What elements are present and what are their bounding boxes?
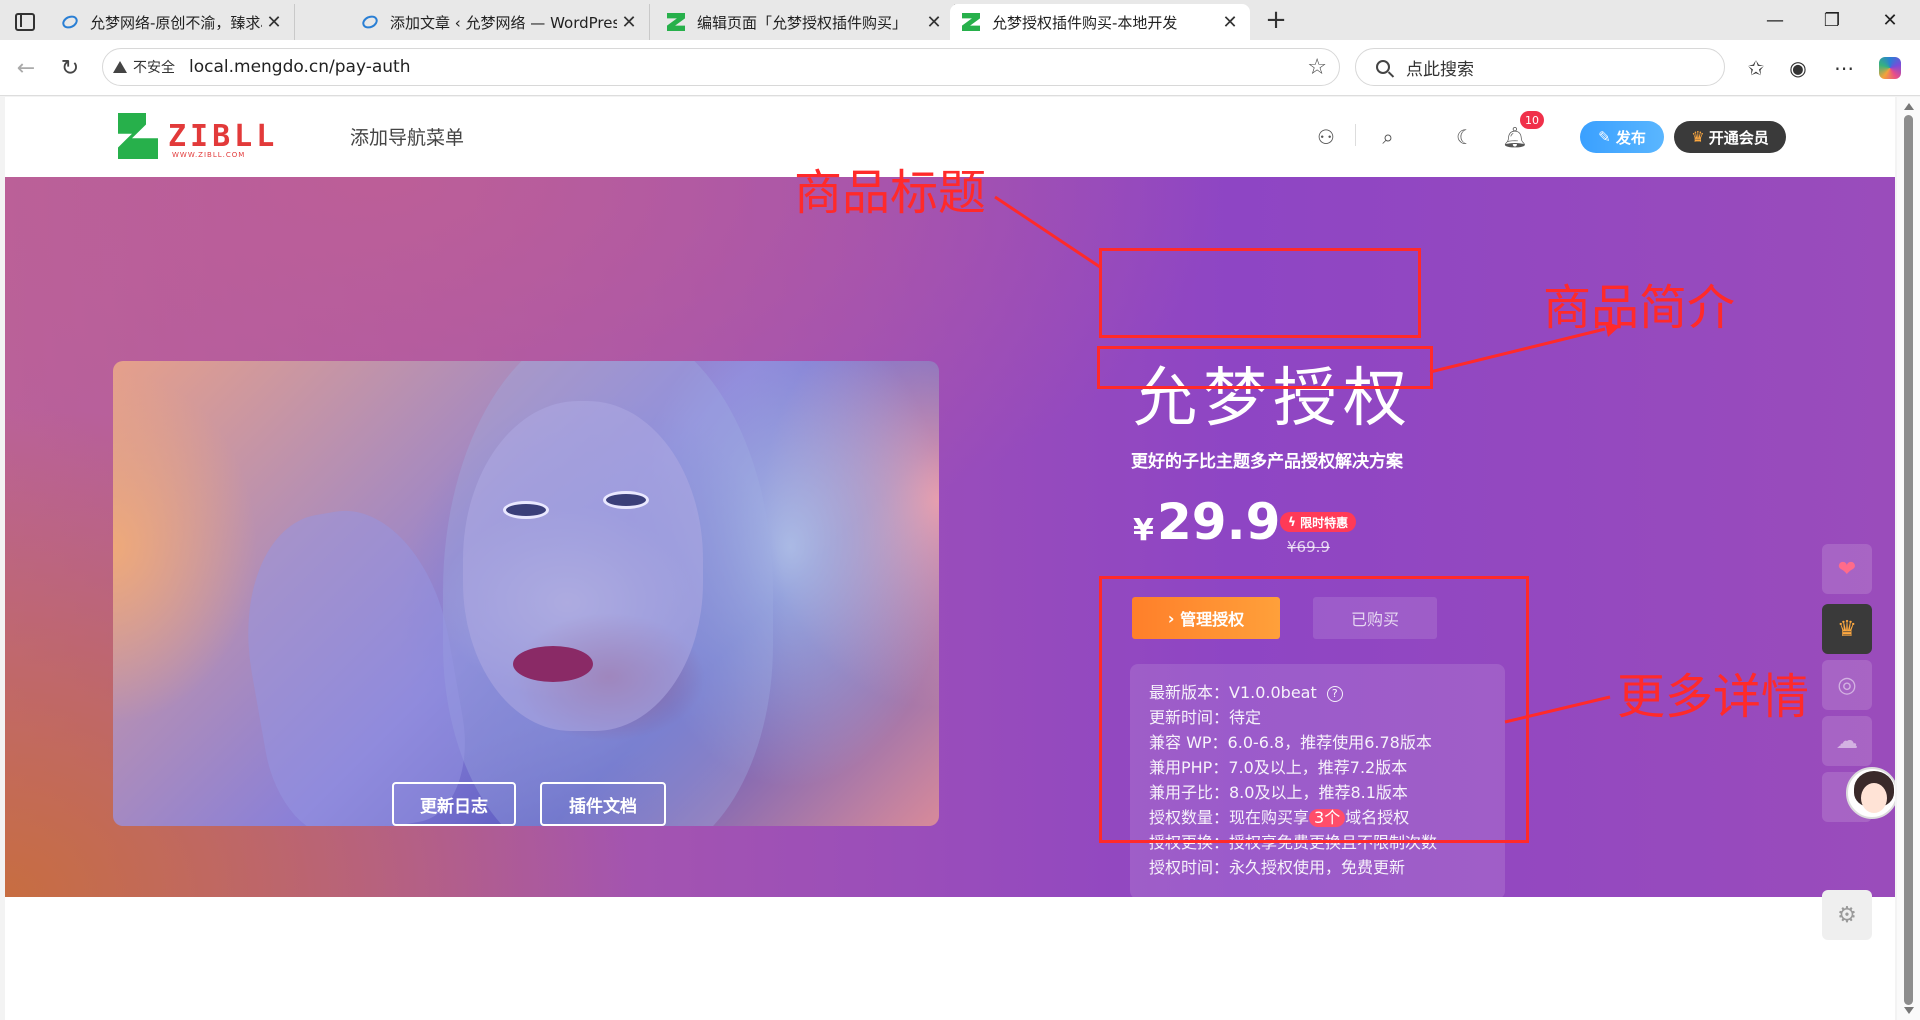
minimize-icon[interactable]: — bbox=[1755, 6, 1795, 34]
close-tab-icon[interactable]: ✕ bbox=[262, 10, 286, 34]
scroll-up-icon[interactable] bbox=[1904, 103, 1914, 110]
address-field[interactable]: 不安全 local.mengdo.cn/pay-auth ☆ bbox=[102, 48, 1340, 86]
search-icon bbox=[1376, 60, 1390, 74]
docs-button[interactable]: 插件文档 bbox=[540, 782, 666, 826]
web-page: ZIBLL WWW.ZIBLL.COM 添加导航菜单 ⚇ ⌕ ☾ 🔔︎ 10 ✎… bbox=[5, 97, 1895, 1020]
notification-badge: 10 bbox=[1520, 111, 1544, 129]
product-cover-image bbox=[113, 361, 939, 826]
wechat-icon: ☁ bbox=[1836, 728, 1858, 754]
divider bbox=[1355, 124, 1356, 146]
float-gift-button[interactable]: ❤ bbox=[1822, 544, 1872, 594]
page-scrollbar[interactable] bbox=[1897, 97, 1920, 1020]
ie-icon bbox=[360, 13, 380, 31]
extension-icon[interactable]: ◉ bbox=[1784, 54, 1812, 82]
scrollbar-thumb[interactable] bbox=[1904, 115, 1913, 1005]
ie-icon bbox=[60, 13, 80, 31]
warning-icon bbox=[113, 61, 127, 73]
user-icon[interactable]: ⚇ bbox=[1310, 121, 1342, 153]
search-icon[interactable]: ⌕ bbox=[1372, 121, 1404, 153]
url-text[interactable]: local.mengdo.cn/pay-auth bbox=[189, 57, 410, 77]
pencil-icon: ✎ bbox=[1598, 128, 1616, 146]
browser-search-box[interactable]: 点此搜索 bbox=[1355, 48, 1725, 86]
tab-actions-icon[interactable] bbox=[10, 8, 36, 32]
annotation-title-label: 商品标题 bbox=[794, 165, 987, 221]
zibll-logo-icon bbox=[118, 113, 158, 159]
support-icon: ◎ bbox=[1837, 672, 1857, 698]
site-logo[interactable]: ZIBLL WWW.ZIBLL.COM bbox=[118, 113, 274, 163]
float-vip-button[interactable]: ♛ bbox=[1822, 604, 1872, 654]
avatar[interactable] bbox=[1846, 767, 1895, 819]
promo-badge: ϟ 限时特惠 bbox=[1280, 512, 1357, 532]
gift-icon: ❤ bbox=[1837, 556, 1857, 582]
close-tab-icon[interactable]: ✕ bbox=[1218, 10, 1242, 34]
restore-icon[interactable]: ❐ bbox=[1812, 6, 1852, 34]
crown-icon: ♛ bbox=[1837, 616, 1857, 642]
annotation-details-label: 更多详情 bbox=[1617, 669, 1810, 725]
product-description: 更好的子比主题多产品授权解决方案 bbox=[1131, 452, 1403, 472]
gear-icon: ⚙ bbox=[1837, 902, 1857, 928]
detail-license-time: 授权时间：永久授权使用，免费更新 bbox=[1149, 858, 1406, 877]
annotation-box-details bbox=[1099, 576, 1529, 843]
float-wechat-button[interactable]: ☁ bbox=[1822, 716, 1872, 766]
browser-tab-1[interactable]: 允梦网络-原创不渝，臻求尽美! ✕ bbox=[50, 4, 295, 40]
security-label[interactable]: 不安全 bbox=[133, 57, 175, 77]
search-placeholder: 点此搜索 bbox=[1406, 59, 1474, 80]
annotation-desc-label: 商品简介 bbox=[1543, 280, 1736, 336]
browser-tab-4-active[interactable]: 允梦授权插件购买-本地开发 ✕ bbox=[950, 4, 1250, 40]
nav-add-menu[interactable]: 添加导航菜单 bbox=[350, 123, 464, 150]
refresh-icon[interactable]: ↻ bbox=[56, 54, 84, 82]
dark-mode-moon-icon[interactable]: ☾ bbox=[1449, 121, 1481, 153]
float-settings-button[interactable]: ⚙ bbox=[1822, 890, 1872, 940]
browser-tab-2[interactable]: 添加文章 ‹ 允梦网络 — WordPres ✕ bbox=[350, 4, 650, 40]
original-price: ¥69.9 bbox=[1287, 538, 1330, 556]
zibll-icon bbox=[962, 13, 980, 31]
favorites-icon[interactable]: ✩ bbox=[1742, 54, 1770, 82]
annotation-box-title bbox=[1099, 248, 1421, 338]
new-tab-icon[interactable]: + bbox=[1262, 5, 1290, 35]
address-toolbar: ← ↻ 不安全 local.mengdo.cn/pay-auth ☆ 点此搜索 … bbox=[0, 40, 1920, 96]
scroll-down-icon[interactable] bbox=[1904, 1007, 1914, 1014]
publish-button[interactable]: ✎ 发布 bbox=[1580, 121, 1664, 153]
float-service-button[interactable]: ◎ bbox=[1822, 660, 1872, 710]
favorite-star-icon[interactable]: ☆ bbox=[1307, 55, 1327, 80]
back-icon[interactable]: ← bbox=[12, 54, 40, 82]
close-tab-icon[interactable]: ✕ bbox=[922, 10, 946, 34]
zibll-icon bbox=[667, 13, 685, 31]
browser-tab-3[interactable]: 编辑页面「允梦授权插件购买」 ✕ bbox=[655, 4, 955, 40]
close-tab-icon[interactable]: ✕ bbox=[617, 10, 641, 34]
more-menu-icon[interactable]: ⋯ bbox=[1830, 54, 1858, 82]
price-currency: ¥ bbox=[1133, 513, 1154, 548]
changelog-button[interactable]: 更新日志 bbox=[392, 782, 516, 826]
vip-button[interactable]: ♛ 开通会员 bbox=[1674, 121, 1786, 153]
copilot-icon[interactable] bbox=[1876, 54, 1904, 82]
lightning-icon: ϟ bbox=[1288, 515, 1301, 529]
close-window-icon[interactable]: ✕ bbox=[1870, 6, 1910, 34]
annotation-box-desc bbox=[1097, 346, 1433, 389]
product-price: 29.9 bbox=[1157, 493, 1281, 551]
crown-icon: ♛ bbox=[1691, 128, 1705, 146]
tab-strip: 允梦网络-原创不渝，臻求尽美! ✕ 添加文章 ‹ 允梦网络 — WordPres… bbox=[0, 0, 1920, 40]
